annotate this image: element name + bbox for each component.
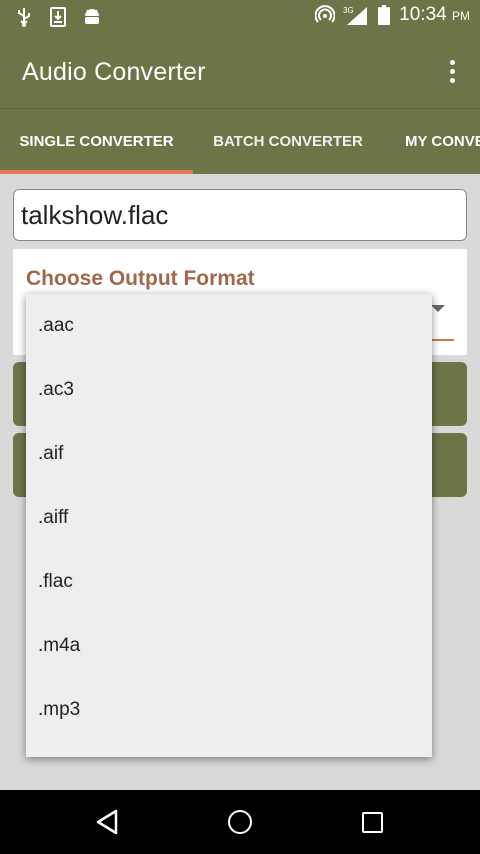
network-type: 3G: [343, 6, 354, 15]
signal-icon: 3G: [343, 4, 369, 26]
battery-icon: [377, 4, 391, 26]
clock-time: 10:34: [399, 4, 447, 25]
file-name-field[interactable]: talkshow.flac: [13, 189, 467, 241]
status-bar: 3G 10:34 PM: [0, 0, 480, 34]
home-icon[interactable]: [228, 810, 252, 834]
format-option-aif[interactable]: .aif: [26, 422, 432, 486]
app-title: Audio Converter: [22, 58, 206, 86]
tab-single-converter[interactable]: SINGLE CONVERTER: [0, 109, 193, 174]
format-option-aiff[interactable]: .aiff: [26, 486, 432, 550]
output-format-label: Choose Output Format: [26, 267, 255, 290]
tab-indicator: [0, 170, 193, 174]
recent-apps-icon[interactable]: [362, 812, 383, 833]
format-option-flac[interactable]: .flac: [26, 550, 432, 614]
app-toolbar: Audio Converter: [0, 34, 480, 108]
format-option-ac3[interactable]: .ac3: [26, 358, 432, 422]
dropdown-arrow-icon[interactable]: [431, 305, 445, 312]
format-option-m4a[interactable]: .m4a: [26, 614, 432, 678]
clock: 10:34 PM: [399, 4, 470, 26]
format-option-mp3[interactable]: .mp3: [26, 678, 432, 742]
hotspot-icon: [315, 4, 336, 26]
system-nav-bar: [0, 790, 480, 854]
android-icon: [82, 6, 102, 28]
usb-icon: [14, 6, 34, 28]
tab-my-conversions[interactable]: MY CONVERSIONS: [405, 109, 480, 174]
download-icon: [48, 6, 68, 28]
back-icon[interactable]: [94, 808, 122, 836]
overflow-menu-icon[interactable]: [442, 56, 462, 86]
format-dropdown-list: .aac .ac3 .aif .aiff .flac .m4a .mp3: [26, 294, 432, 757]
clock-ampm: PM: [452, 9, 470, 23]
tab-batch-converter[interactable]: BATCH CONVERTER: [193, 109, 383, 174]
format-option-aac[interactable]: .aac: [26, 294, 432, 358]
tab-bar: SINGLE CONVERTER BATCH CONVERTER MY CONV…: [0, 108, 480, 174]
